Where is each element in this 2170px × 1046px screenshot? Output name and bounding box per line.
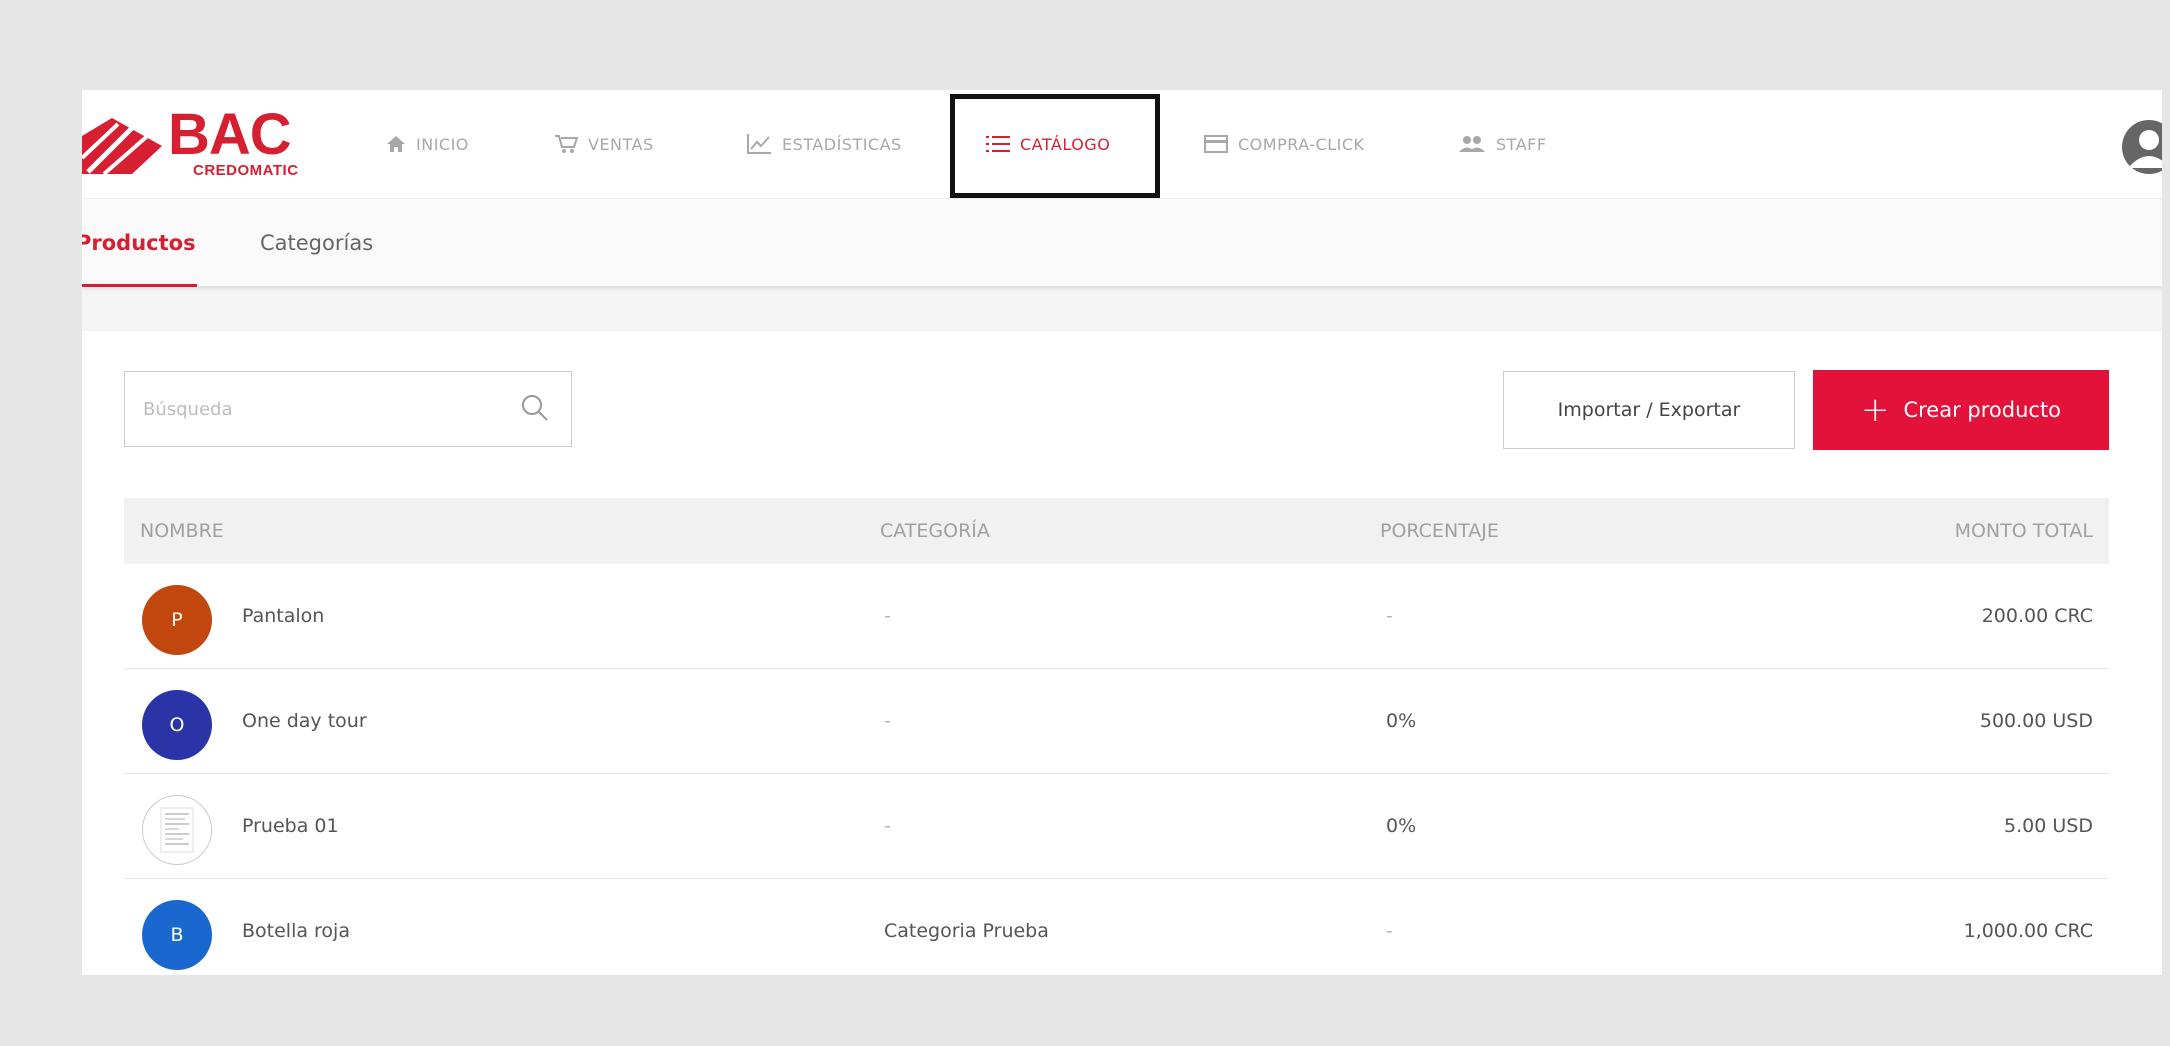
product-category: - [884, 605, 891, 627]
header-categoria[interactable]: CATEGORÍA [880, 498, 990, 564]
product-category: - [884, 710, 891, 732]
nav-compra-click-label: COMPRA-CLICK [1238, 134, 1365, 154]
top-navigation: BAC CREDOMATIC INICIO VENTAS ESTADÍSTICA… [82, 90, 2162, 198]
product-name: Pantalon [242, 605, 325, 627]
nav-inicio-label: INICIO [416, 134, 469, 154]
user-avatar[interactable] [2122, 120, 2162, 174]
create-product-button[interactable]: + Crear producto [1813, 370, 2109, 450]
products-table: NOMBRE CATEGORÍA PORCENTAJE MONTO TOTAL … [124, 498, 2109, 975]
catalog-panel: Importar / Exportar + Crear producto NOM… [82, 331, 2162, 975]
nav-estadisticas[interactable]: ESTADÍSTICAS [746, 90, 902, 198]
brand-subname: CREDOMATIC [193, 162, 299, 179]
import-export-button[interactable]: Importar / Exportar [1503, 371, 1795, 449]
table-row[interactable]: Prueba 01 - 0% 5.00 USD [124, 774, 2109, 879]
plus-icon: + [1860, 390, 1890, 430]
tab-categorias-label: Categorías [260, 231, 374, 255]
product-avatar: B [142, 900, 212, 970]
search-icon[interactable] [521, 394, 549, 422]
nav-staff[interactable]: STAFF [1458, 90, 1547, 198]
tab-productos[interactable]: Productos [82, 199, 197, 287]
logo-mark-icon [82, 118, 162, 174]
product-name: Prueba 01 [242, 815, 339, 837]
create-product-label: Crear producto [1903, 398, 2062, 422]
card-icon [1204, 135, 1228, 153]
people-icon [1459, 136, 1485, 152]
product-avatar: O [142, 690, 212, 760]
product-category: - [884, 815, 891, 837]
product-category: Categoria Prueba [884, 920, 1049, 942]
nav-catalogo-highlight-box [950, 94, 1160, 198]
table-row[interactable]: O One day tour - 0% 500.00 USD [124, 669, 2109, 774]
product-name: One day tour [242, 710, 367, 732]
nav-ventas[interactable]: VENTAS [554, 90, 654, 198]
header-nombre[interactable]: NOMBRE [140, 498, 224, 564]
product-total: 500.00 USD [1979, 710, 2093, 732]
product-avatar: P [142, 585, 212, 655]
user-icon [2128, 130, 2162, 168]
tab-categorias[interactable]: Categorías [260, 199, 373, 287]
cart-icon [555, 135, 578, 153]
header-porcentaje[interactable]: PORCENTAJE [1380, 498, 1499, 564]
bac-logo[interactable]: BAC CREDOMATIC [82, 102, 332, 186]
table-row[interactable]: B Botella roja Categoria Prueba - 1,000.… [124, 879, 2109, 975]
product-percentage: 0% [1386, 710, 1417, 732]
nav-inicio[interactable]: INICIO [386, 90, 469, 198]
table-header: NOMBRE CATEGORÍA PORCENTAJE MONTO TOTAL [124, 498, 2109, 564]
product-total: 1,000.00 CRC [1963, 920, 2093, 942]
app-window: BAC CREDOMATIC INICIO VENTAS ESTADÍSTICA… [82, 90, 2162, 975]
product-thumbnail [142, 795, 212, 865]
search-box [124, 371, 572, 447]
product-name: Botella roja [242, 920, 350, 942]
nav-estadisticas-label: ESTADÍSTICAS [782, 134, 902, 154]
table-row[interactable]: P Pantalon - - 200.00 CRC [124, 564, 2109, 669]
home-icon [387, 136, 405, 152]
product-total: 5.00 USD [2004, 815, 2093, 837]
nav-ventas-label: VENTAS [588, 134, 654, 154]
chart-icon [747, 134, 771, 154]
document-thumbnail-icon [160, 807, 194, 853]
sub-navigation: Productos Categorías [82, 198, 2162, 287]
product-percentage: - [1386, 605, 1393, 627]
header-monto-total[interactable]: MONTO TOTAL [1955, 498, 2093, 564]
product-percentage: - [1386, 920, 1393, 942]
search-input[interactable] [143, 398, 503, 420]
tab-productos-label: Productos [82, 231, 196, 255]
nav-compra-click[interactable]: COMPRA-CLICK [1204, 90, 1365, 198]
nav-staff-label: STAFF [1496, 134, 1547, 154]
product-percentage: 0% [1386, 815, 1417, 837]
product-total: 200.00 CRC [1981, 605, 2093, 627]
brand-name: BAC [168, 102, 292, 167]
